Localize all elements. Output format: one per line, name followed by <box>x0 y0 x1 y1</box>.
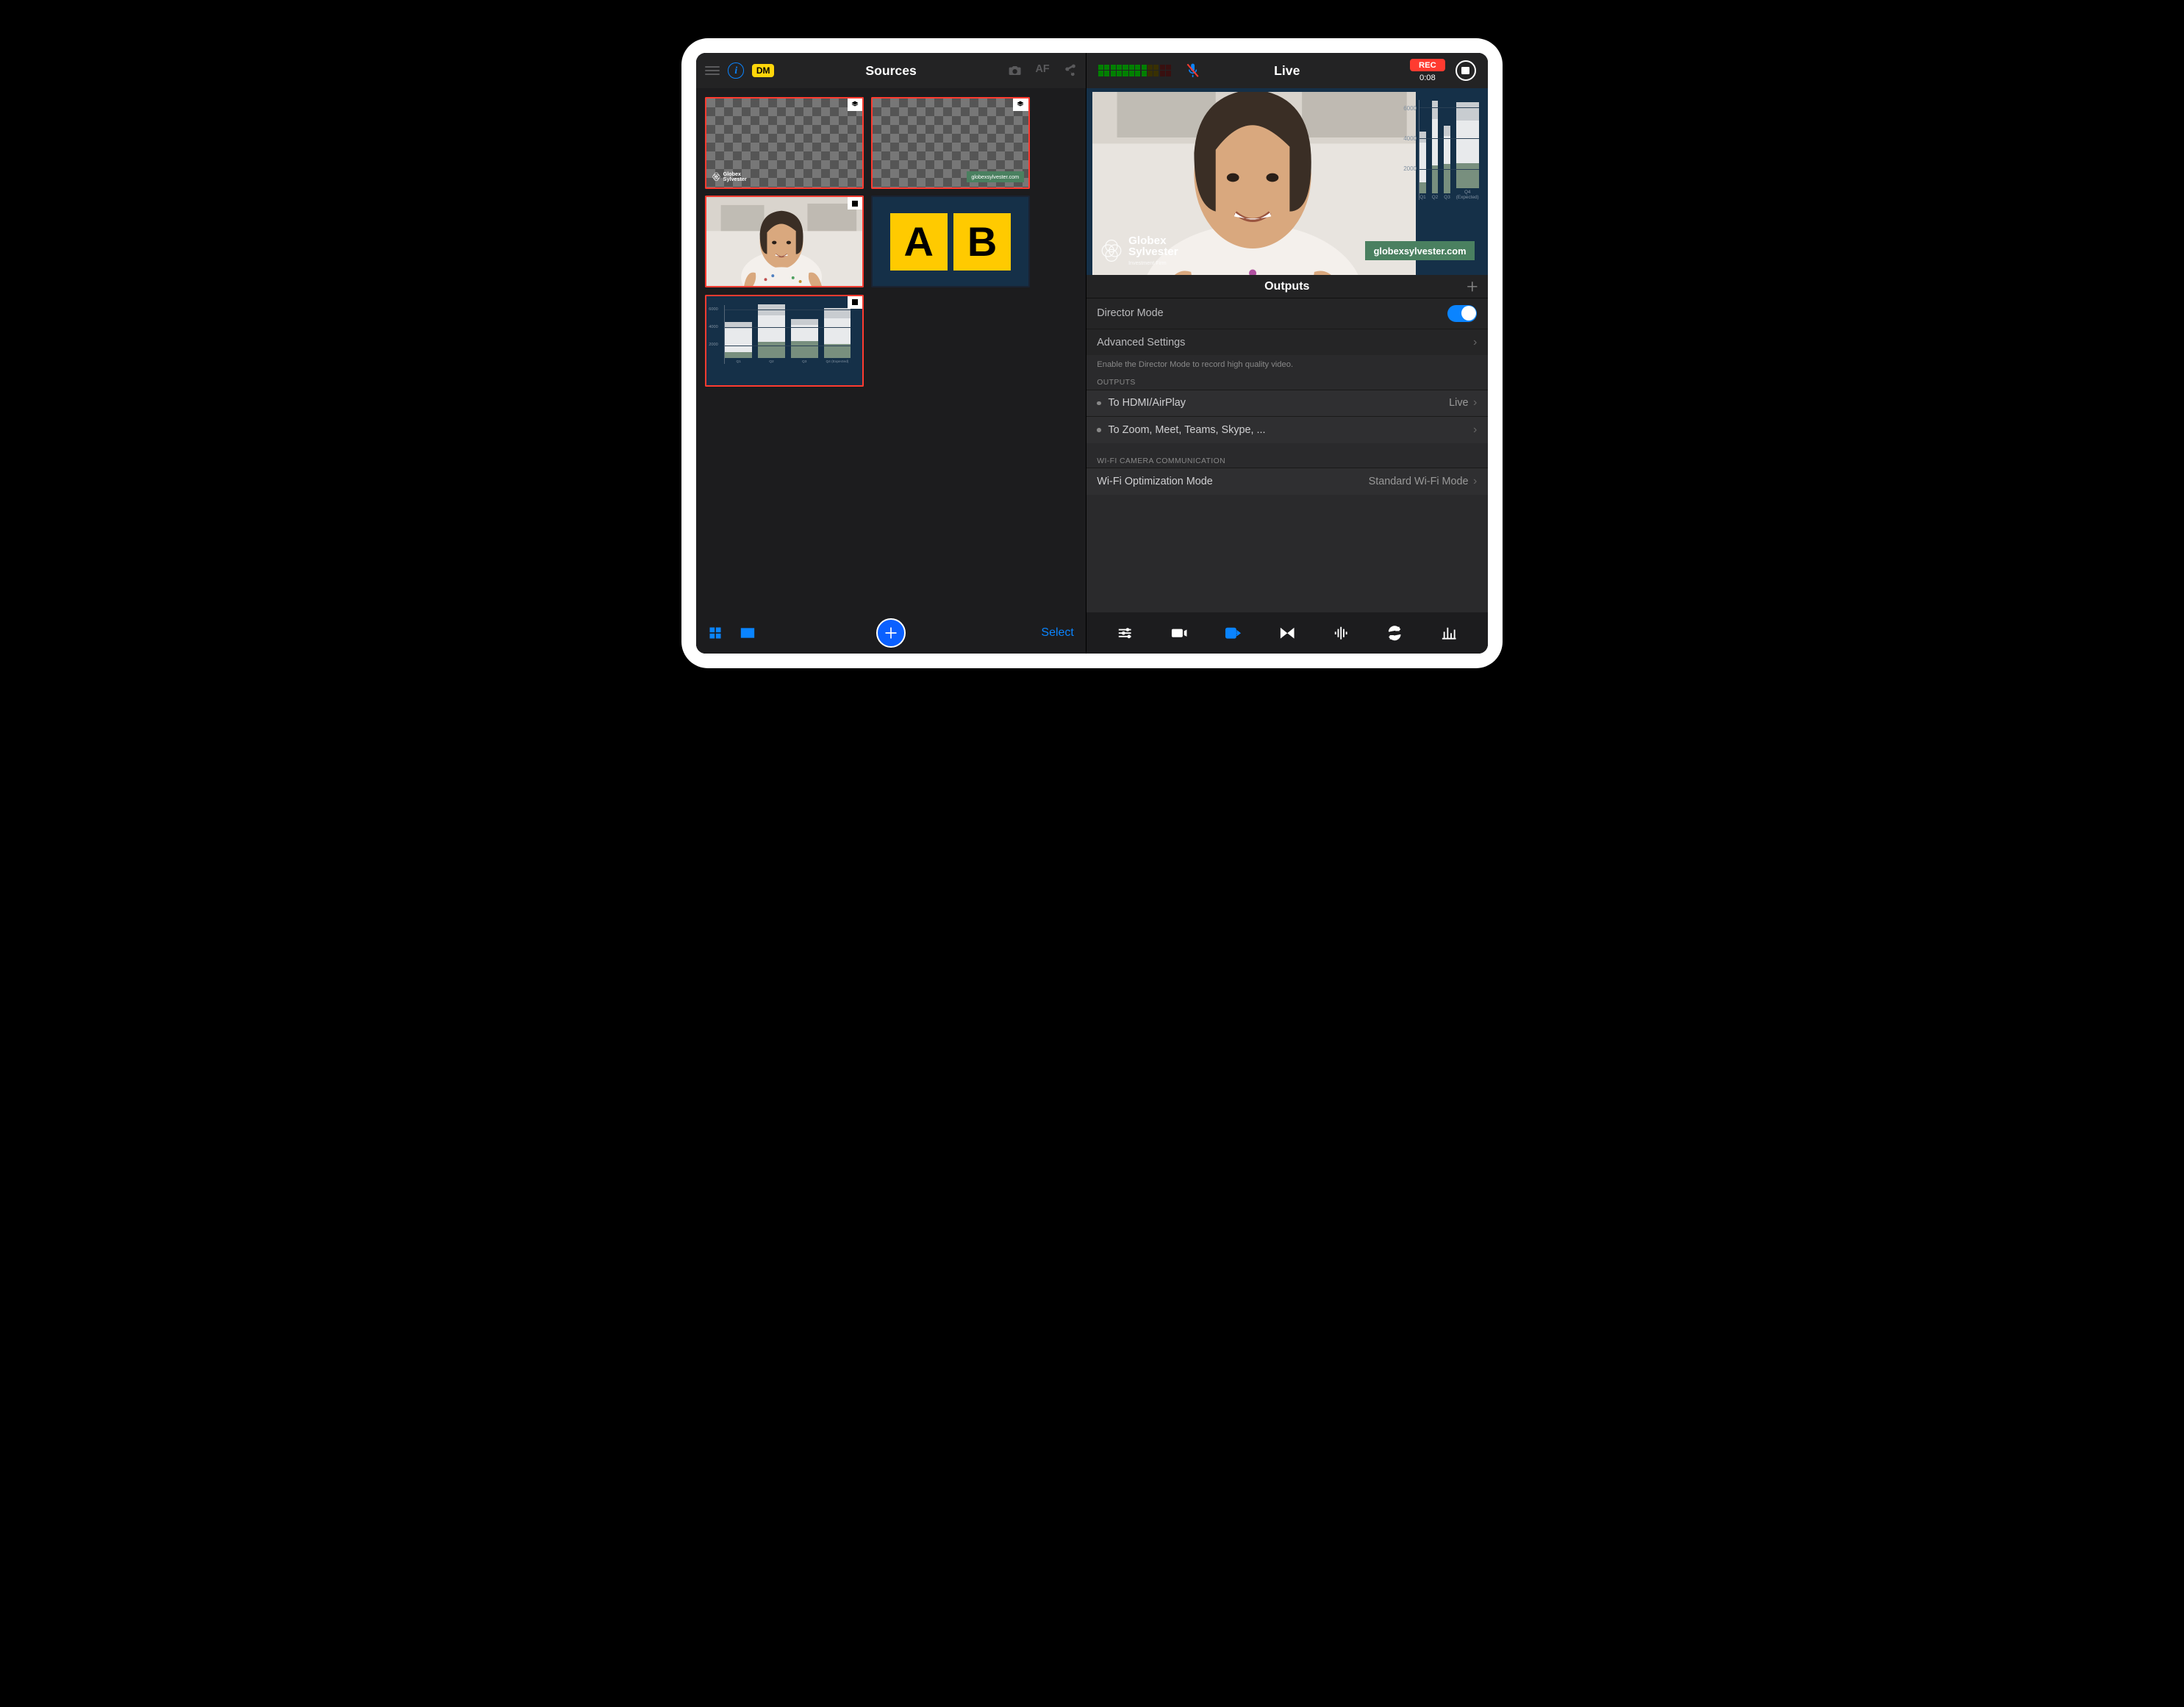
settings-sliders-icon[interactable] <box>1117 625 1133 641</box>
chart-thumbnail: 2000 4000 6000 Q1 Q2 Q3 Q4 (Expecte <box>706 296 862 385</box>
layer-icon <box>1013 99 1028 111</box>
advanced-settings-row[interactable]: Advanced Settings › <box>1086 329 1488 356</box>
sync-icon[interactable] <box>1386 625 1403 641</box>
source-thumbnail-2[interactable]: globexsylvester.com <box>871 97 1030 189</box>
audio-meter <box>1098 65 1171 77</box>
image-icon <box>848 197 863 210</box>
brand-url: globexsylvester.com <box>1365 241 1474 260</box>
outputs-header: Outputs <box>1086 275 1488 298</box>
source-thumbnail-3[interactable] <box>705 196 864 287</box>
live-chart: 2000 4000 6000 Q1 Q2 Q3 Q4 (Expected) <box>1419 100 1478 218</box>
sources-title: Sources <box>865 63 916 79</box>
transition-a: A <box>889 212 948 271</box>
director-mode-toggle[interactable] <box>1447 305 1477 322</box>
sources-panel: i DM Sources AF <box>696 53 1086 654</box>
chevron-right-icon: › <box>1473 396 1477 409</box>
add-output-button[interactable] <box>1466 280 1479 293</box>
camera-icon[interactable] <box>1008 63 1022 77</box>
director-mode-badge: DM <box>752 64 774 78</box>
output-hdmi-row[interactable]: To HDMI/AirPlay Live › <box>1086 390 1488 417</box>
info-button[interactable]: i <box>728 62 744 79</box>
layer-icon <box>848 99 863 111</box>
transition-b: B <box>953 212 1012 271</box>
stop-record-button[interactable] <box>1456 60 1476 81</box>
record-badge: REC <box>1410 59 1445 71</box>
chevron-right-icon: › <box>1473 336 1477 349</box>
add-source-button[interactable] <box>876 618 906 648</box>
url-overlay: globexsylvester.com <box>967 171 1024 182</box>
autofocus-button[interactable]: AF <box>1036 63 1050 77</box>
image-icon <box>848 296 863 309</box>
director-mode-row[interactable]: Director Mode <box>1086 298 1488 329</box>
brand-logo: Globex Sylvester Investment Firm <box>1100 235 1178 266</box>
live-panel: Live REC 0:08 <box>1086 53 1488 654</box>
source-thumbnail-5[interactable]: 2000 4000 6000 Q1 Q2 Q3 Q4 (Expecte <box>705 295 864 387</box>
pip-view-button[interactable] <box>740 626 755 640</box>
source-thumbnail-1[interactable]: Globex Sylvester <box>705 97 864 189</box>
share-icon[interactable] <box>1063 63 1077 77</box>
audio-waveform-icon[interactable] <box>1333 625 1349 641</box>
outputs-group-header: OUTPUTS <box>1086 373 1488 389</box>
wifi-group-header: WI-FI CAMERA COMMUNICATION <box>1086 452 1488 468</box>
wifi-mode-row[interactable]: Wi-Fi Optimization Mode Standard Wi-Fi M… <box>1086 468 1488 495</box>
source-thumbnail-4[interactable]: A B <box>871 196 1030 287</box>
record-time: 0:08 <box>1419 74 1436 82</box>
output-conferencing-row[interactable]: To Zoom, Meet, Teams, Skype, ... › <box>1086 416 1488 443</box>
chevron-right-icon: › <box>1473 475 1477 488</box>
select-button[interactable]: Select <box>1041 626 1073 640</box>
director-mode-helper: Enable the Director Mode to record high … <box>1086 355 1488 373</box>
outputs-section: Outputs Director Mode Advanced Settings … <box>1086 275 1488 612</box>
sources-header: i DM Sources AF <box>696 53 1086 88</box>
video-camera-icon[interactable] <box>1171 625 1187 641</box>
live-footer <box>1086 612 1488 654</box>
live-title: Live <box>1274 63 1300 79</box>
grid-view-button[interactable] <box>708 626 723 640</box>
device-bezel: i DM Sources AF <box>681 38 1502 668</box>
output-icon[interactable] <box>1225 625 1241 641</box>
live-preview: 2000 4000 6000 Q1 Q2 Q3 Q4 (Expected) <box>1086 88 1488 275</box>
sources-grid: Globex Sylvester globexsylvester.com <box>696 88 1086 612</box>
menu-button[interactable] <box>705 65 720 76</box>
sources-footer: Select <box>696 612 1086 654</box>
microphone-muted-icon[interactable] <box>1186 62 1200 79</box>
chevron-right-icon: › <box>1473 423 1477 437</box>
brand-logo-overlay: Globex Sylvester <box>712 171 747 183</box>
live-header: Live REC 0:08 <box>1086 53 1488 88</box>
device-frame: i DM Sources AF <box>655 12 1528 695</box>
transition-icon[interactable] <box>1279 625 1295 641</box>
stats-icon[interactable] <box>1441 625 1457 641</box>
app-screen: i DM Sources AF <box>696 53 1487 654</box>
